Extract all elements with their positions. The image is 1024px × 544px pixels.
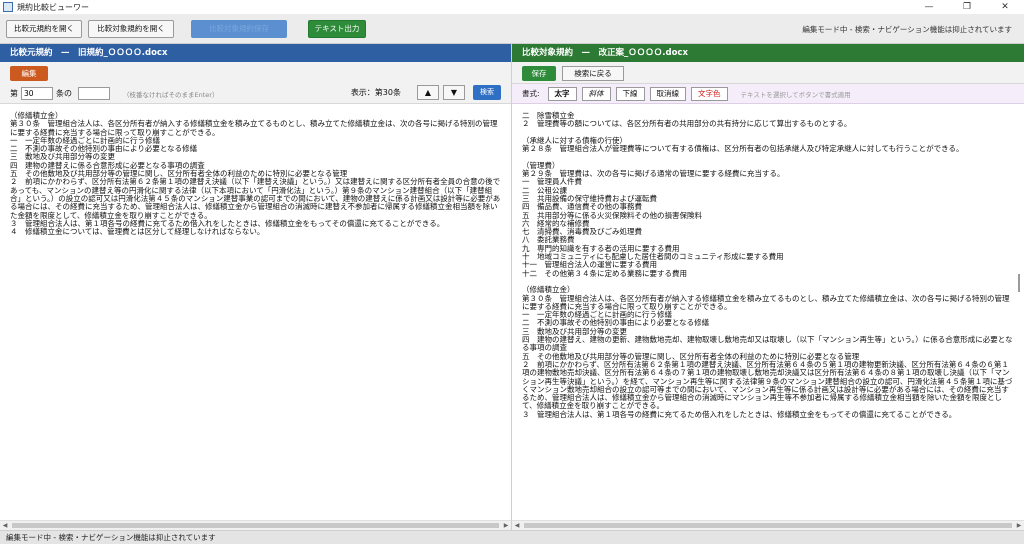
- window-title: 規約比較ビューワー: [17, 2, 89, 12]
- article-prefix-label: 第: [10, 89, 18, 98]
- status-bar: 編集モード中 - 検索・ナビゲーション機能は抑止されています: [0, 530, 1024, 544]
- scroll-thumb[interactable]: [12, 523, 499, 528]
- article-jump-row: 第 条の （枝番なければそのままEnter） 表示：第30条 ▲ ▼ 検索: [10, 85, 501, 101]
- scroll-thumb[interactable]: [524, 523, 1012, 528]
- target-document-text[interactable]: 二 除雪積立金 ２ 管理費等の額については、各区分所有者の共用部分の共有持分に応…: [512, 104, 1024, 520]
- close-icon[interactable]: ✕: [986, 0, 1024, 14]
- sub-number-hint: （枝番なければそのままEnter）: [123, 90, 219, 99]
- prev-article-button[interactable]: ▲: [417, 85, 439, 100]
- search-button[interactable]: 検索: [473, 85, 501, 100]
- target-pane-header: 比較対象規約 — 改正案_ＯＯＯＯ.docx: [512, 44, 1024, 62]
- window-controls: — ❐ ✕: [910, 0, 1024, 14]
- source-pane-header: 比較元規約 — 旧規約_ＯＯＯＯ.docx: [0, 44, 511, 62]
- next-article-button[interactable]: ▼: [443, 85, 465, 100]
- format-label: 書式:: [522, 89, 540, 98]
- main-toolbar: 比較元規約を開く 比較対象規約を開く 比較対象規約保存 テキスト出力 編集モード…: [0, 14, 1024, 44]
- app-icon: [3, 2, 13, 12]
- target-vertical-scrollbar[interactable]: [1014, 124, 1024, 520]
- target-controls: 保存 検索に戻る: [512, 62, 1024, 84]
- article-number-input[interactable]: [21, 87, 53, 100]
- source-document-text[interactable]: （修繕積立金） 第３０条 管理組合法人は、各区分所有者が納入する修繕積立金を積み…: [0, 104, 511, 520]
- text-color-button[interactable]: 文字色: [691, 86, 728, 101]
- source-controls: 編集 第 条の （枝番なければそのままEnter） 表示：第30条 ▲ ▼ 検索: [0, 62, 511, 104]
- sub-number-input[interactable]: [78, 87, 110, 100]
- underline-button[interactable]: 下線: [615, 86, 645, 101]
- edit-mode-notice: 編集モード中 - 検索・ナビゲーション機能は抑止されています: [802, 25, 1012, 34]
- vertical-scroll-thumb[interactable]: [1018, 274, 1020, 292]
- article-suffix-label: 条の: [56, 89, 72, 98]
- italic-button[interactable]: 斜体: [581, 86, 611, 101]
- save-target-button[interactable]: 比較対象規約保存: [191, 20, 287, 38]
- minimize-icon[interactable]: —: [910, 0, 948, 14]
- open-source-button[interactable]: 比較元規約を開く: [6, 20, 82, 38]
- source-horizontal-scrollbar[interactable]: ◀ ▶: [0, 520, 511, 530]
- bold-button[interactable]: 太字: [547, 86, 577, 101]
- source-pane: 比較元規約 — 旧規約_ＯＯＯＯ.docx 編集 第 条の （枝番なければそのま…: [0, 44, 512, 530]
- back-to-search-button[interactable]: 検索に戻る: [562, 66, 624, 81]
- strikethrough-button[interactable]: 取消線: [649, 86, 687, 101]
- target-pane: 比較対象規約 — 改正案_ＯＯＯＯ.docx 保存 検索に戻る 書式: 太字 斜…: [512, 44, 1024, 530]
- open-target-button[interactable]: 比較対象規約を開く: [88, 20, 174, 38]
- format-toolbar: 書式: 太字 斜体 下線 取消線 文字色 テキストを選択してボタンで書式適用: [512, 84, 1024, 104]
- maximize-icon[interactable]: ❐: [948, 0, 986, 14]
- text-output-button[interactable]: テキスト出力: [308, 20, 366, 38]
- format-hint: テキストを選択してボタンで書式適用: [740, 90, 851, 99]
- target-horizontal-scrollbar[interactable]: ◀ ▶: [512, 520, 1024, 530]
- save-button[interactable]: 保存: [522, 66, 556, 81]
- edit-button[interactable]: 編集: [10, 66, 48, 81]
- title-bar: 規約比較ビューワー — ❐ ✕: [0, 0, 1024, 14]
- display-article-label: 表示：第30条: [350, 88, 401, 97]
